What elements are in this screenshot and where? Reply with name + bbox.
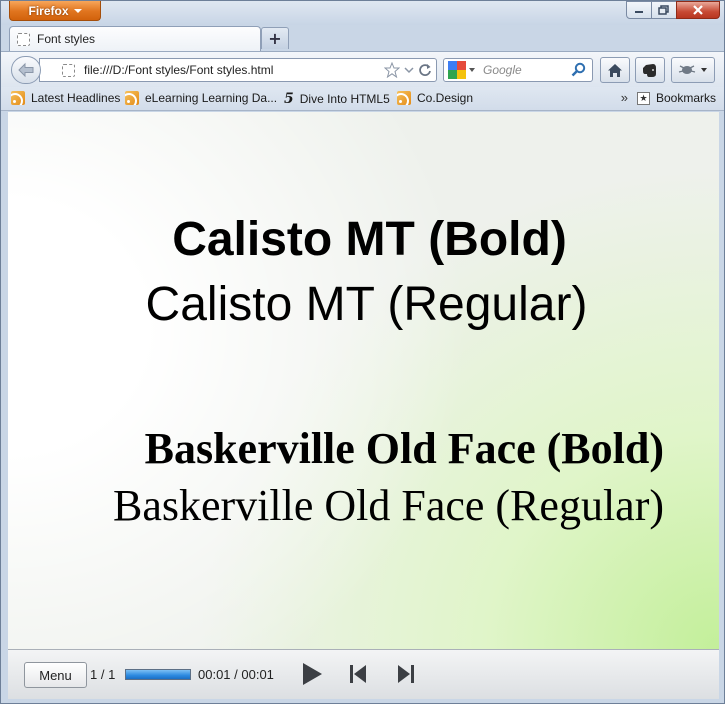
bug-icon bbox=[678, 65, 696, 74]
bookmarks-menu-button[interactable]: ★ Bookmarks bbox=[637, 91, 716, 105]
evernote-button[interactable] bbox=[635, 57, 665, 83]
slide-counter: 1 / 1 bbox=[90, 667, 116, 682]
menu-label: Menu bbox=[39, 667, 72, 683]
calisto-bold-text: Calisto MT (Bold) bbox=[172, 213, 567, 266]
baskerville-regular-text: Baskerville Old Face (Regular) bbox=[112, 481, 664, 530]
next-slide-icon[interactable] bbox=[397, 662, 415, 686]
bookmarks-star-icon: ★ bbox=[637, 91, 650, 105]
player-menu-button[interactable]: Menu bbox=[24, 662, 87, 688]
bookmark-star-icon[interactable] bbox=[384, 62, 400, 78]
baskerville-bold-text: Baskerville Old Face (Bold) bbox=[144, 424, 664, 473]
slide-player-bar: Menu 1 / 1 00:01 / 00:01 bbox=[8, 649, 719, 699]
html5-icon: 5 bbox=[284, 91, 294, 107]
search-bar[interactable]: Google bbox=[443, 58, 593, 82]
evernote-icon bbox=[643, 64, 656, 77]
close-window-button[interactable] bbox=[676, 1, 720, 19]
addon-dropdown-icon bbox=[701, 68, 707, 72]
bookmark-co-design[interactable]: Co.Design bbox=[397, 91, 473, 105]
progress-fill bbox=[126, 670, 190, 679]
tab-font-styles[interactable]: Font styles bbox=[9, 26, 261, 51]
firefox-menu-button[interactable]: Firefox bbox=[9, 1, 101, 21]
rss-feed-icon bbox=[397, 91, 411, 105]
playback-progress-bar[interactable] bbox=[125, 669, 191, 680]
bookmarks-overflow-chevron[interactable]: » bbox=[621, 90, 628, 105]
slide-content: Calisto MT (Bold) Calisto MT (Regular) B… bbox=[8, 112, 719, 649]
url-actions bbox=[384, 62, 432, 78]
page-icon bbox=[17, 32, 30, 46]
close-icon bbox=[693, 5, 703, 15]
elapsed-time: 00:01 / 00:01 bbox=[198, 667, 274, 682]
title-bar: Firefox bbox=[1, 1, 724, 25]
previous-slide-icon[interactable] bbox=[349, 662, 367, 686]
restore-button[interactable] bbox=[651, 1, 677, 19]
rss-feed-icon bbox=[11, 91, 25, 105]
window-controls bbox=[626, 1, 720, 19]
bookmark-label: eLearning Learning Da... bbox=[145, 91, 278, 105]
firefox-menu-label: Firefox bbox=[28, 3, 69, 18]
caret-down-icon bbox=[73, 8, 82, 13]
address-bar[interactable]: file:///D:/Font styles/Font styles.html bbox=[39, 58, 437, 82]
home-button[interactable] bbox=[600, 57, 630, 83]
new-tab-button[interactable]: + bbox=[261, 27, 289, 49]
engine-dropdown-icon[interactable] bbox=[469, 68, 475, 72]
back-arrow-icon bbox=[18, 62, 34, 78]
google-icon bbox=[448, 61, 466, 79]
calisto-regular-text: Calisto MT (Regular) bbox=[145, 278, 588, 331]
bookmark-label: Co.Design bbox=[417, 91, 474, 105]
play-icon[interactable] bbox=[301, 662, 323, 686]
bookmark-label: Latest Headlines bbox=[31, 91, 121, 105]
history-dropdown-icon[interactable] bbox=[404, 62, 414, 78]
home-icon bbox=[608, 63, 622, 77]
browser-window: Firefox Font styles + file:///D:/Font st… bbox=[0, 0, 725, 704]
bookmark-dive-into-html5[interactable]: 5 Dive Into HTML5 bbox=[284, 91, 390, 107]
search-icon[interactable] bbox=[571, 62, 587, 78]
addon-button[interactable] bbox=[671, 57, 715, 83]
bookmarks-menu-label: Bookmarks bbox=[656, 91, 717, 105]
plus-icon: + bbox=[268, 29, 282, 48]
bookmark-elearning-learning[interactable]: eLearning Learning Da... bbox=[125, 91, 277, 105]
search-placeholder: Google bbox=[483, 63, 522, 77]
bookmark-latest-headlines[interactable]: Latest Headlines bbox=[11, 91, 120, 105]
minimize-icon bbox=[635, 11, 643, 13]
bookmark-label: Dive Into HTML5 bbox=[299, 92, 390, 106]
navigation-toolbar: file:///D:/Font styles/Font styles.html … bbox=[1, 51, 724, 87]
rss-feed-icon bbox=[125, 91, 139, 105]
back-button[interactable] bbox=[11, 56, 41, 84]
site-identity-icon bbox=[62, 63, 75, 77]
url-text: file:///D:/Font styles/Font styles.html bbox=[84, 63, 274, 77]
tab-strip: Font styles + bbox=[1, 25, 724, 51]
bookmarks-toolbar: Latest Headlines eLearning Learning Da..… bbox=[1, 87, 724, 111]
restore-icon bbox=[658, 5, 669, 15]
reload-icon[interactable] bbox=[418, 62, 432, 78]
minimize-button[interactable] bbox=[626, 1, 652, 19]
tab-title: Font styles bbox=[37, 32, 96, 46]
